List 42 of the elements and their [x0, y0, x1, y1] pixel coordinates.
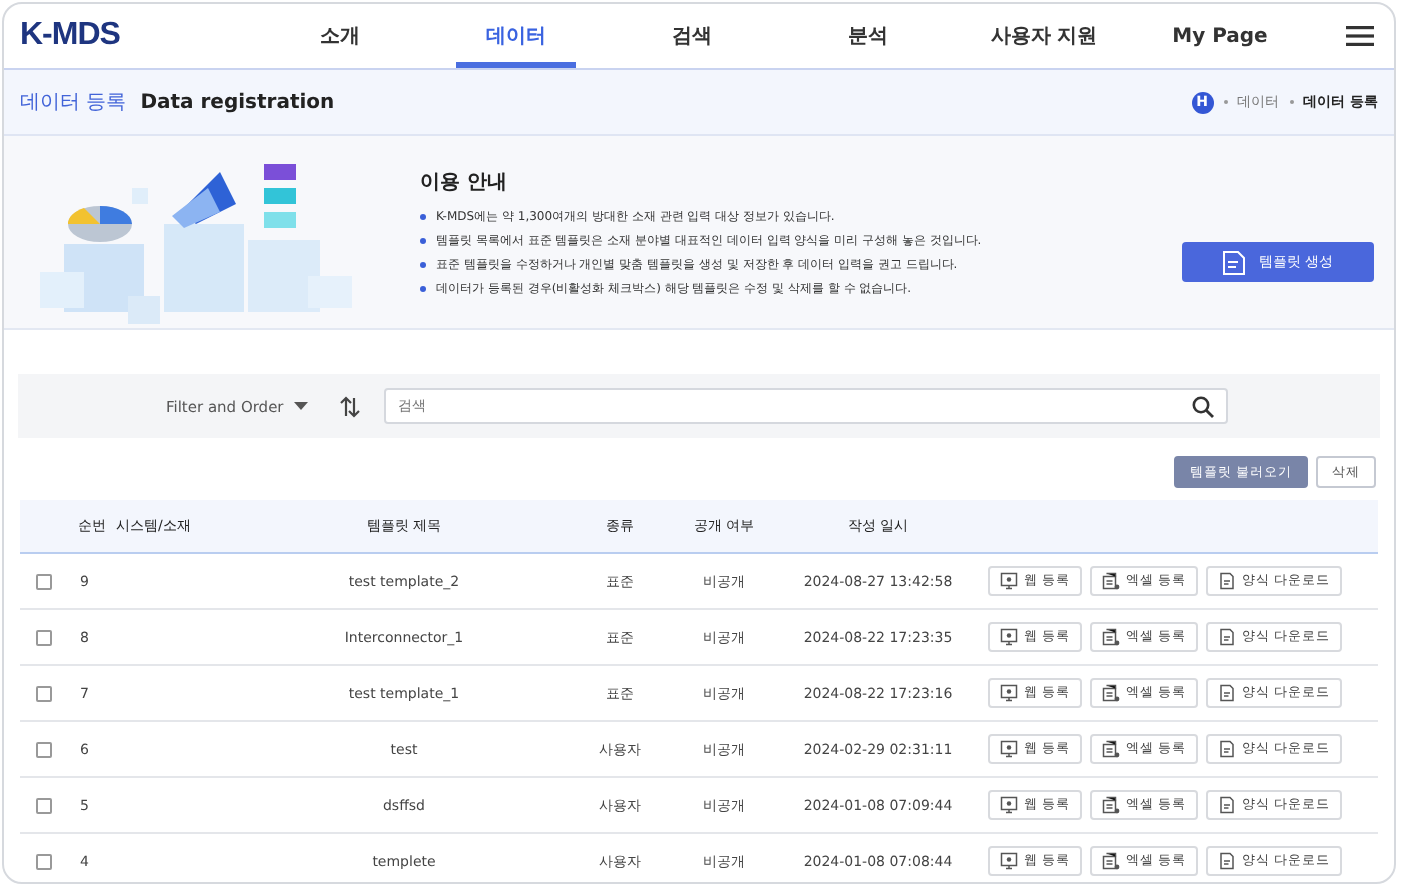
bullet-icon: [420, 237, 426, 243]
bullet-icon: [420, 213, 426, 219]
caret-icon: [293, 402, 308, 410]
nav-tab[interactable]: 검색: [632, 4, 752, 68]
page-title: 데이터 등록: [20, 90, 127, 116]
spreadsheet-icon: [1102, 684, 1121, 702]
monitor-icon: [1000, 572, 1018, 590]
monitor-icon: [1000, 684, 1018, 702]
logo[interactable]: K-MDS: [20, 18, 280, 54]
monitor-icon: [1000, 628, 1018, 646]
nav-tab[interactable]: 분석: [808, 4, 928, 68]
nav-tab[interactable]: My Page: [1160, 4, 1280, 68]
document-icon: [1218, 740, 1237, 758]
document-edit-icon: [1222, 249, 1247, 275]
bullet-icon: [420, 285, 426, 291]
menu-icon: [1346, 24, 1374, 48]
spreadsheet-icon: [1102, 740, 1121, 758]
row-checkbox[interactable]: [36, 573, 52, 589]
spreadsheet-icon: [1102, 796, 1121, 814]
document-icon: [1218, 628, 1237, 646]
monitor-icon: [1000, 852, 1018, 870]
spreadsheet-icon: [1102, 852, 1121, 870]
sort-icon[interactable]: [339, 395, 360, 417]
monitor-icon: [1000, 796, 1018, 814]
row-checkbox[interactable]: [36, 797, 52, 813]
row-checkbox[interactable]: [36, 629, 52, 645]
bullet-icon: [420, 261, 426, 267]
nav-tab[interactable]: 사용자 지원: [984, 4, 1104, 68]
spreadsheet-icon: [1102, 572, 1121, 590]
spreadsheet-icon: [1102, 628, 1121, 646]
document-icon: [1218, 572, 1237, 590]
nav-tab[interactable]: 소개: [280, 4, 400, 68]
row-checkbox[interactable]: [36, 741, 52, 757]
search-icon[interactable]: [1191, 396, 1214, 418]
document-icon: [1218, 796, 1237, 814]
guide-title: 이용 안내: [420, 169, 509, 195]
row-checkbox[interactable]: [36, 853, 52, 869]
page-subtitle: Data registration: [140, 92, 335, 114]
document-icon: [1218, 852, 1237, 870]
row-checkbox[interactable]: [36, 685, 52, 701]
document-icon: [1218, 684, 1237, 702]
monitor-icon: [1000, 740, 1018, 758]
